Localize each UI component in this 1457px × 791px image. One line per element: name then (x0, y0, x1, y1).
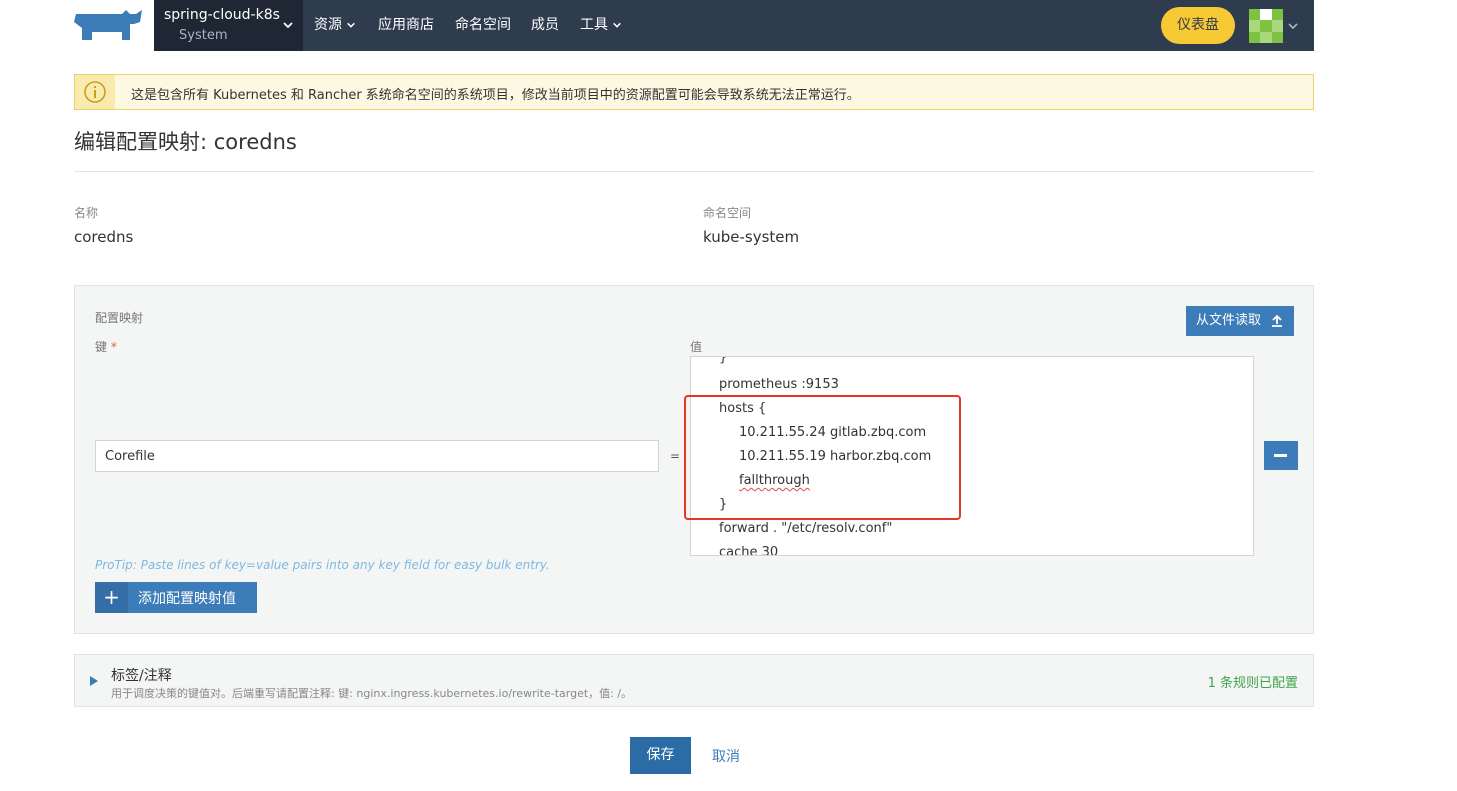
rancher-logo-icon[interactable] (72, 8, 144, 44)
chevron-down-icon (613, 22, 621, 28)
labels-section-title: 标签/注释 (111, 668, 172, 684)
project-name: System (179, 28, 228, 43)
nav-namespaces[interactable]: 命名空间 (455, 0, 511, 51)
protip-text: ProTip: Paste lines of key=value pairs i… (95, 558, 550, 572)
minus-icon (1274, 454, 1287, 457)
chevron-down-icon (347, 22, 355, 28)
nav-resources-label: 资源 (314, 17, 342, 33)
hosts-highlight-box (684, 395, 961, 520)
namespace-label: 命名空间 (703, 206, 752, 220)
code-line: forward . "/etc/resolv.conf" (719, 521, 893, 536)
remove-entry-button[interactable] (1264, 441, 1298, 470)
info-icon (84, 81, 106, 103)
key-label-text: 键 (95, 340, 108, 354)
top-navigation-bar: spring-cloud-k8s System 资源 应用商店 命名空间 成员 … (0, 0, 1314, 51)
add-config-value-label: 添加配置映射值 (138, 591, 236, 607)
key-column-label: 键 * (95, 338, 117, 355)
labels-rule-count: 1 条规则已配置 (1207, 676, 1298, 691)
required-mark: * (110, 340, 117, 354)
cluster-name: spring-cloud-k8s (164, 7, 280, 23)
banner-text: 这是包含所有 Kubernetes 和 Rancher 系统命名空间的系统项目，… (131, 88, 860, 103)
expand-caret-icon (90, 676, 98, 686)
nav-members-label: 成员 (531, 17, 559, 33)
cancel-button[interactable]: 取消 (712, 746, 740, 766)
nav-app-store-label: 应用商店 (378, 17, 434, 33)
cluster-project-switcher[interactable]: spring-cloud-k8s System (154, 0, 303, 51)
name-value: coredns (74, 228, 134, 246)
code-line: prometheus :9153 (719, 377, 839, 392)
labels-annotations-section[interactable]: 标签/注释 用于调度决策的键值对。后端重写请配置注释: 键: nginx.ing… (74, 654, 1314, 707)
plus-icon: + (95, 582, 128, 613)
name-label: 名称 (74, 206, 99, 220)
nav-tools-label: 工具 (580, 17, 608, 33)
dashboard-button[interactable]: 仪表盘 (1161, 7, 1235, 44)
add-config-value-button[interactable]: + 添加配置映射值 (95, 582, 257, 613)
config-key-input[interactable] (95, 440, 659, 472)
nav-resources[interactable]: 资源 (314, 0, 356, 51)
chevron-down-icon (283, 22, 293, 29)
save-button[interactable]: 保存 (630, 737, 691, 774)
config-map-panel: 配置映射 键 * 值 从文件读取 = } prometheus :9153 ho… (74, 285, 1314, 634)
namespace-value: kube-system (703, 228, 800, 246)
labels-section-description: 用于调度决策的键值对。后端重写请配置注释: 键: nginx.ingress.k… (111, 687, 633, 700)
title-divider (74, 171, 1314, 172)
system-project-warning-banner: 这是包含所有 Kubernetes 和 Rancher 系统命名空间的系统项目，… (74, 74, 1314, 110)
read-from-file-label: 从文件读取 (1196, 313, 1262, 328)
banner-icon-box (75, 75, 115, 109)
key-value-separator: = (670, 449, 681, 463)
read-from-file-button[interactable]: 从文件读取 (1186, 306, 1294, 336)
upload-icon (1272, 314, 1282, 327)
page-title: 编辑配置映射: coredns (74, 130, 297, 154)
nav-app-store[interactable]: 应用商店 (378, 0, 434, 51)
nav-tools[interactable]: 工具 (580, 0, 622, 51)
chevron-down-icon[interactable] (1287, 20, 1299, 32)
nav-namespaces-label: 命名空间 (455, 17, 511, 33)
nav-members[interactable]: 成员 (531, 0, 559, 51)
user-avatar-icon[interactable] (1249, 9, 1283, 43)
value-column-label: 值 (690, 340, 703, 354)
code-line: cache 30 (719, 545, 779, 556)
config-map-section-label: 配置映射 (95, 311, 144, 325)
code-line: } (719, 356, 728, 365)
